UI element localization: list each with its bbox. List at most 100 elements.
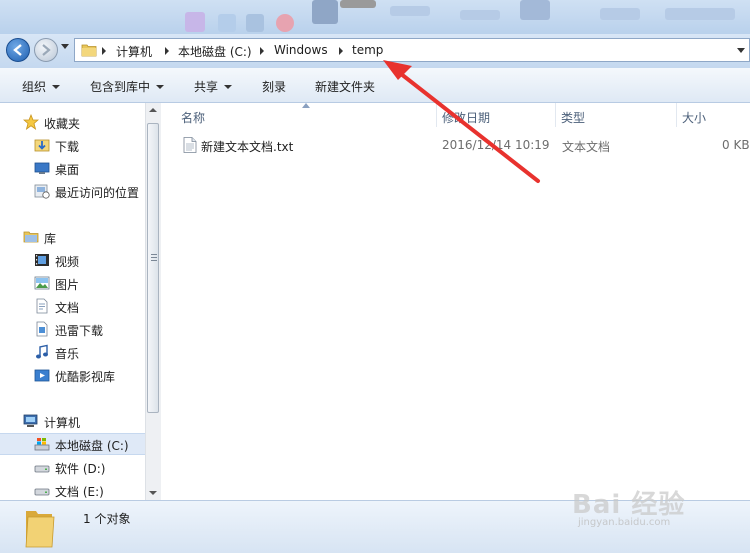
- history-dropdown-icon[interactable]: [61, 44, 69, 50]
- breadcrumb-separator[interactable]: [165, 47, 169, 55]
- blurred-icon: [520, 0, 550, 20]
- blurred-icon: [276, 14, 294, 32]
- new-folder-button[interactable]: 新建文件夹: [315, 78, 375, 95]
- column-header-date[interactable]: 修改日期: [437, 103, 555, 127]
- nav-pictures-label: 图片: [55, 278, 80, 292]
- breadcrumb-separator[interactable]: [102, 47, 106, 55]
- xunlei-download-icon: [36, 321, 48, 337]
- column-header-type[interactable]: 类型: [556, 103, 676, 127]
- column-date-label: 修改日期: [442, 111, 491, 125]
- music-icon: [36, 344, 48, 359]
- scroll-down-icon[interactable]: [149, 491, 157, 495]
- blurred-icon: [185, 12, 205, 32]
- nav-favorites[interactable]: 收藏夹: [0, 112, 145, 132]
- file-type: 文本文档: [562, 140, 611, 154]
- column-type-label: 类型: [561, 111, 586, 125]
- nav-libraries-label: 库: [44, 232, 57, 246]
- breadcrumb-windows[interactable]: Windows: [274, 43, 328, 57]
- share-button[interactable]: 共享: [194, 78, 233, 95]
- nav-pictures[interactable]: 图片: [0, 273, 145, 293]
- column-header-size[interactable]: 大小: [677, 103, 750, 127]
- include-in-library-label: 包含到库中: [90, 80, 151, 94]
- file-name: 新建文本文档.txt: [201, 140, 294, 154]
- column-name-label: 名称: [181, 111, 206, 125]
- chevron-down-icon: [52, 85, 61, 89]
- file-list-pane: 名称 修改日期 类型 大小 新建文本文档.txt 2016/12/14 10:1…: [161, 103, 750, 500]
- pictures-icon: [34, 276, 50, 290]
- blurred-icon: [312, 0, 338, 24]
- chevron-down-icon: [224, 85, 233, 89]
- nav-computer[interactable]: 计算机: [0, 411, 145, 431]
- blurred-icon: [665, 8, 735, 20]
- include-in-library-button[interactable]: 包含到库中: [90, 78, 165, 95]
- nav-xunlei[interactable]: 迅雷下载: [0, 319, 145, 339]
- file-date: 2016/12/14 10:19: [442, 138, 550, 152]
- organize-button[interactable]: 组织: [22, 78, 61, 95]
- organize-label: 组织: [22, 80, 47, 94]
- nav-recent-label: 最近访问的位置: [55, 186, 140, 200]
- nav-drive-c[interactable]: 本地磁盘 (C:): [0, 433, 145, 455]
- nav-downloads[interactable]: 下载: [0, 135, 145, 155]
- breadcrumb-drive-c[interactable]: 本地磁盘 (C:): [178, 43, 252, 60]
- navigation-pane: 收藏夹 下载 桌面 最近访问的位置 库 视频 图片 文档 迅雷下载 音乐 优酷影…: [0, 103, 145, 500]
- address-bar[interactable]: 计算机 本地磁盘 (C:) Windows temp: [74, 38, 750, 62]
- nav-favorites-label: 收藏夹: [44, 117, 81, 131]
- nav-drive-e-label: 文档 (E:): [55, 485, 104, 499]
- breadcrumb-computer[interactable]: 计算机: [116, 43, 152, 60]
- address-row: 计算机 本地磁盘 (C:) Windows temp: [0, 34, 750, 68]
- text-file-icon: [183, 137, 197, 153]
- chevron-down-icon: [156, 85, 165, 89]
- back-button[interactable]: [6, 38, 30, 62]
- nav-music-label: 音乐: [55, 347, 80, 361]
- nav-music[interactable]: 音乐: [0, 342, 145, 362]
- drive-icon: [34, 488, 50, 496]
- breadcrumb-temp[interactable]: temp: [352, 43, 383, 57]
- nav-desktop[interactable]: 桌面: [0, 158, 145, 178]
- watermark-url: jingyan.baidu.com: [578, 517, 671, 528]
- nav-documents-label: 文档: [55, 301, 80, 315]
- breadcrumb-separator[interactable]: [339, 47, 343, 55]
- drive-icon: [34, 465, 50, 473]
- nav-videos[interactable]: 视频: [0, 250, 145, 270]
- forward-arrow-icon: [42, 44, 51, 56]
- command-bar: 组织 包含到库中 共享 刻录 新建文件夹: [0, 68, 750, 103]
- forward-button[interactable]: [34, 38, 58, 62]
- nav-downloads-label: 下载: [55, 140, 80, 154]
- downloads-folder-icon: [34, 139, 50, 152]
- nav-youku[interactable]: 优酷影视库: [0, 365, 145, 385]
- address-dropdown-icon[interactable]: [737, 48, 745, 53]
- scroll-up-icon[interactable]: [149, 108, 157, 112]
- blurred-icon: [390, 6, 430, 16]
- share-label: 共享: [194, 80, 219, 94]
- nav-youku-label: 优酷影视库: [55, 370, 116, 384]
- nav-drive-c-label: 本地磁盘 (C:): [55, 439, 129, 453]
- nav-libraries[interactable]: 库: [0, 227, 145, 247]
- file-size: 0 KB: [722, 138, 750, 152]
- scrollbar-thumb[interactable]: [147, 123, 159, 413]
- nav-drive-d[interactable]: 软件 (D:): [0, 457, 145, 477]
- nav-recent[interactable]: 最近访问的位置: [0, 181, 145, 201]
- nav-computer-label: 计算机: [44, 416, 81, 430]
- system-drive-icon: [34, 438, 50, 451]
- burn-button[interactable]: 刻录: [262, 78, 286, 95]
- back-arrow-icon: [13, 44, 22, 56]
- blurred-icon: [218, 14, 236, 32]
- background-window-strip: [0, 0, 750, 34]
- nav-documents[interactable]: 文档: [0, 296, 145, 316]
- column-header-name[interactable]: 名称: [161, 103, 436, 127]
- blurred-icon: [600, 8, 640, 20]
- nav-drive-e[interactable]: 文档 (E:): [0, 480, 145, 500]
- navigation-scrollbar[interactable]: [145, 103, 161, 500]
- grip-icon: [151, 254, 157, 261]
- star-icon: [23, 114, 39, 130]
- sort-ascending-icon: [302, 103, 310, 108]
- column-size-label: 大小: [682, 111, 707, 125]
- breadcrumb-separator[interactable]: [260, 47, 264, 55]
- file-row[interactable]: 新建文本文档.txt 2016/12/14 10:19 文本文档 0 KB: [181, 135, 750, 157]
- folder-icon: [81, 44, 97, 57]
- recent-places-icon: [34, 184, 50, 199]
- nav-desktop-label: 桌面: [55, 163, 80, 177]
- nav-xunlei-label: 迅雷下载: [55, 324, 104, 338]
- video-icon: [35, 254, 49, 266]
- desktop-icon: [34, 162, 50, 174]
